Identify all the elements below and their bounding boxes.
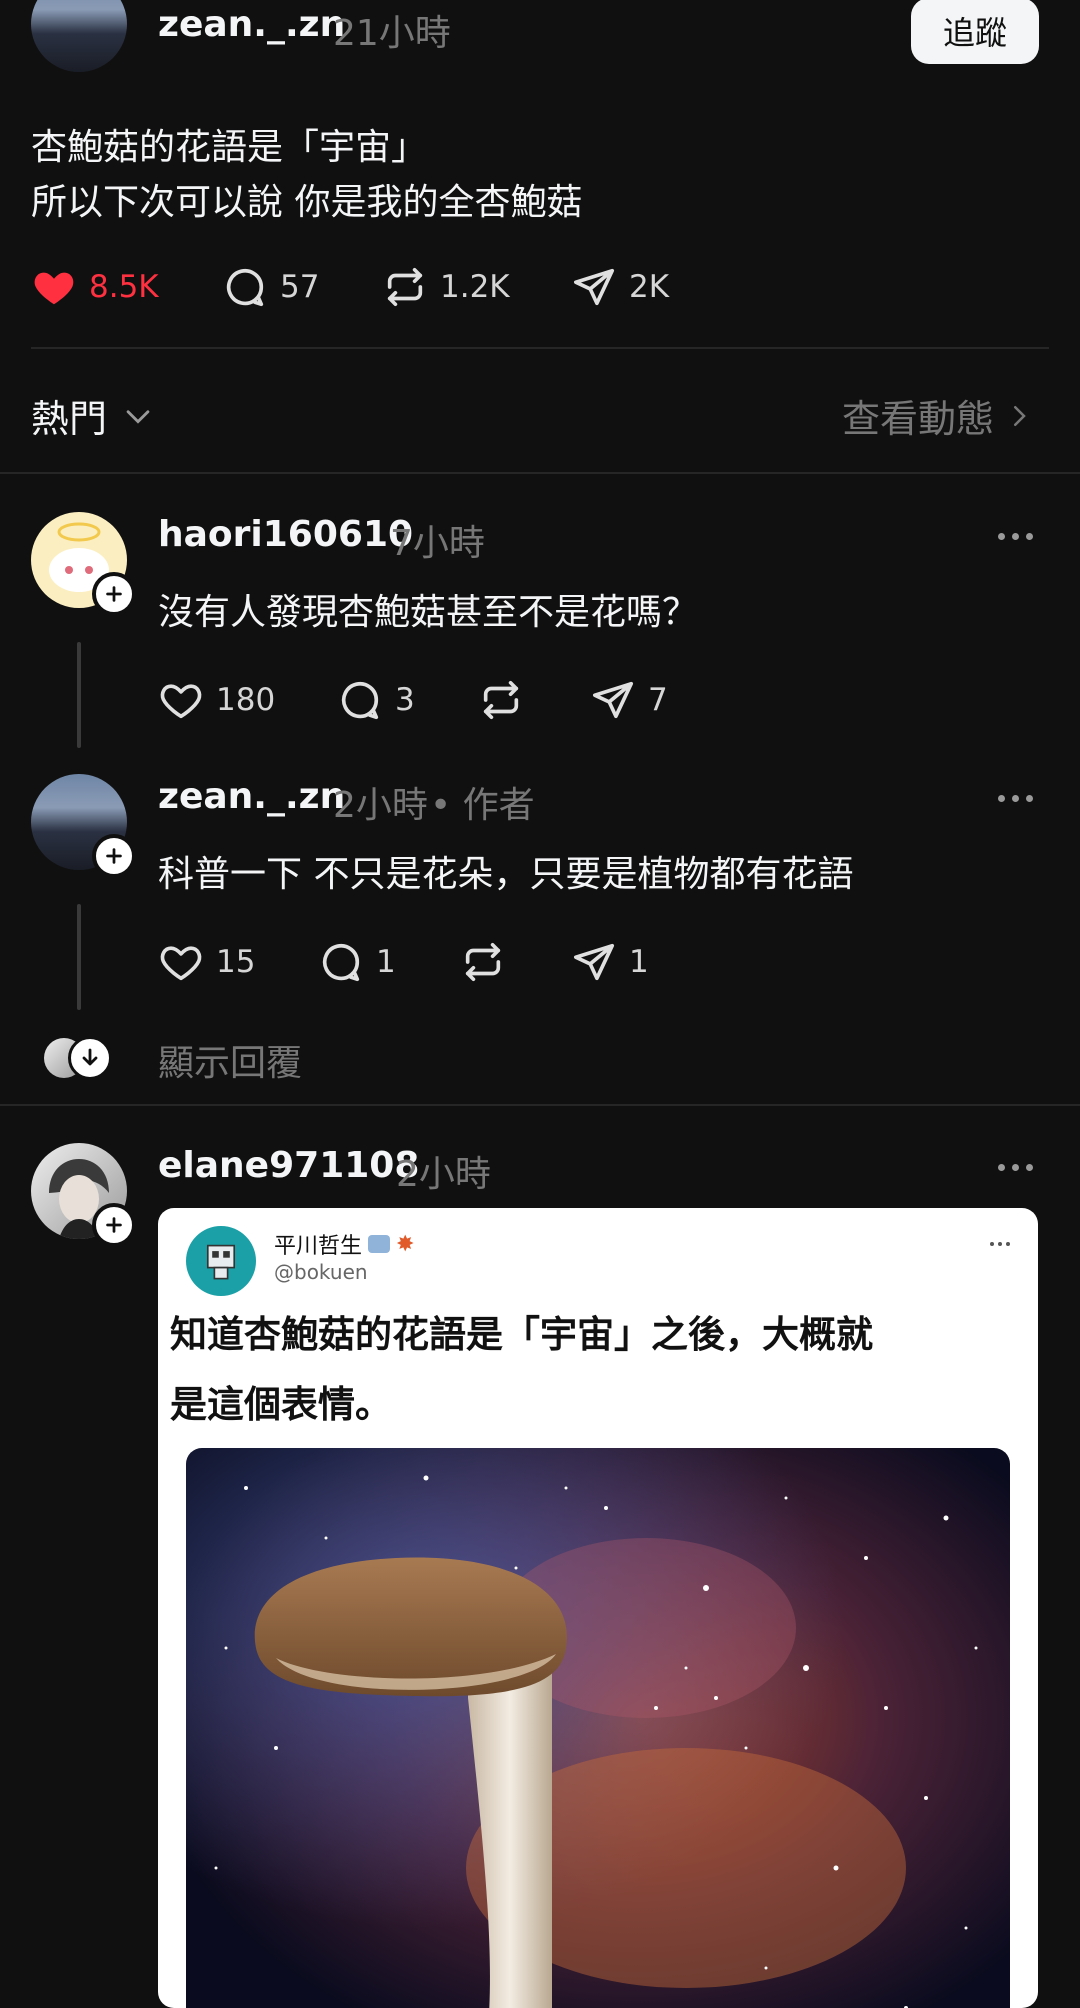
send-icon xyxy=(573,943,615,981)
like-button[interactable]: 180 xyxy=(158,677,275,723)
divider xyxy=(0,472,1080,474)
more-options-icon[interactable] xyxy=(998,1164,1033,1171)
chevron-down-icon xyxy=(126,409,150,424)
embedded-more-icon xyxy=(990,1242,1010,1246)
plus-icon xyxy=(106,1217,122,1233)
thread-line xyxy=(77,904,81,1010)
more-options-icon[interactable] xyxy=(998,533,1033,540)
divider xyxy=(0,1104,1080,1106)
share-count: 7 xyxy=(648,682,668,718)
embedded-handle: @bokuen xyxy=(274,1260,368,1284)
comment-count: 3 xyxy=(395,682,415,718)
reply-time: 7小時 xyxy=(390,523,485,564)
author-tag: • 作者 xyxy=(430,785,535,826)
embedded-post-image[interactable]: 平川哲生 ✸ @bokuen 知道杏鮑菇的花語是「宇宙」之後，大概就 是這個表情… xyxy=(158,1208,1038,2008)
robot-emoji-icon xyxy=(368,1235,391,1253)
follow-button[interactable]: 追蹤 xyxy=(911,0,1039,64)
post-username[interactable]: zean._.zn xyxy=(158,4,345,45)
thread-line xyxy=(77,642,81,748)
share-count: 1 xyxy=(629,944,649,980)
avatar[interactable] xyxy=(31,0,127,72)
comment-count: 1 xyxy=(376,944,396,980)
more-options-icon[interactable] xyxy=(998,795,1033,802)
share-count: 2K xyxy=(629,269,670,305)
share-button[interactable]: 1 xyxy=(571,939,649,985)
galaxy-mushroom-image xyxy=(186,1448,1010,2008)
arrow-down-icon xyxy=(68,1036,112,1080)
show-replies-label: 顯示回覆 xyxy=(158,1043,303,1084)
share-button[interactable]: 2K xyxy=(571,264,669,310)
comment-count: 57 xyxy=(280,269,320,305)
show-replies-button[interactable]: 顯示回覆 xyxy=(44,1034,1024,1084)
repost-button[interactable] xyxy=(478,677,524,723)
embedded-text-line1: 知道杏鮑菇的花語是「宇宙」之後，大概就 xyxy=(170,1313,873,1356)
heart-icon xyxy=(160,946,202,981)
embedded-name: 平川哲生 xyxy=(274,1234,363,1259)
like-count: 15 xyxy=(216,944,256,980)
view-activity-link[interactable]: 查看動態 xyxy=(842,388,1034,443)
sort-label: 熱門 xyxy=(31,397,108,441)
post-time: 21小時 xyxy=(333,13,451,54)
reply-username[interactable]: haori160610 xyxy=(158,514,413,555)
sort-dropdown[interactable]: 熱門 xyxy=(31,388,155,443)
post-text-line2: 所以下次可以說 你是我的全杏鮑菇 xyxy=(31,182,583,223)
comment-button[interactable]: 3 xyxy=(337,677,415,723)
reply-username[interactable]: zean._.zn xyxy=(158,776,345,817)
divider xyxy=(31,347,1049,349)
follow-plus-badge[interactable] xyxy=(92,572,136,616)
repost-icon xyxy=(483,680,519,720)
follow-plus-badge[interactable] xyxy=(92,834,136,878)
sparkle-emoji-icon: ✸ xyxy=(396,1231,415,1257)
repost-button[interactable]: 1.2K xyxy=(382,264,510,310)
send-icon xyxy=(573,268,615,306)
like-count: 8.5K xyxy=(89,269,159,305)
like-button[interactable]: 8.5K xyxy=(31,264,159,310)
comment-icon xyxy=(226,269,264,307)
repost-icon xyxy=(387,267,423,307)
heart-filled-icon xyxy=(34,272,74,305)
like-count: 180 xyxy=(216,682,276,718)
repost-icon xyxy=(465,942,501,982)
chevron-right-icon xyxy=(1014,405,1026,426)
send-icon xyxy=(592,681,634,719)
like-button[interactable]: 15 xyxy=(158,939,255,985)
reply-time: 2小時 xyxy=(333,785,428,826)
comment-button[interactable]: 57 xyxy=(222,264,319,310)
reply-text: 沒有人發現杏鮑菇甚至不是花嗎？ xyxy=(158,592,699,633)
view-activity-label: 查看動態 xyxy=(841,397,994,441)
comment-button[interactable]: 1 xyxy=(318,939,396,985)
reply-text: 科普一下 不只是花朵，只要是植物都有花語 xyxy=(158,854,854,895)
comment-icon xyxy=(322,944,360,982)
robot-icon xyxy=(206,1244,236,1280)
repost-count: 1.2K xyxy=(440,269,510,305)
plus-icon xyxy=(106,586,122,602)
comment-icon xyxy=(341,682,379,720)
follow-plus-badge[interactable] xyxy=(92,1203,136,1247)
heart-icon xyxy=(160,684,202,719)
repost-button[interactable] xyxy=(460,939,506,985)
plus-icon xyxy=(106,848,122,864)
embedded-text-line2: 是這個表情。 xyxy=(170,1383,392,1426)
share-button[interactable]: 7 xyxy=(590,677,668,723)
reply-username[interactable]: elane971108 xyxy=(158,1145,419,1186)
embedded-avatar xyxy=(186,1226,256,1296)
reply-time: 2小時 xyxy=(396,1154,491,1195)
post-text-line1: 杏鮑菇的花語是「宇宙」 xyxy=(31,127,428,168)
